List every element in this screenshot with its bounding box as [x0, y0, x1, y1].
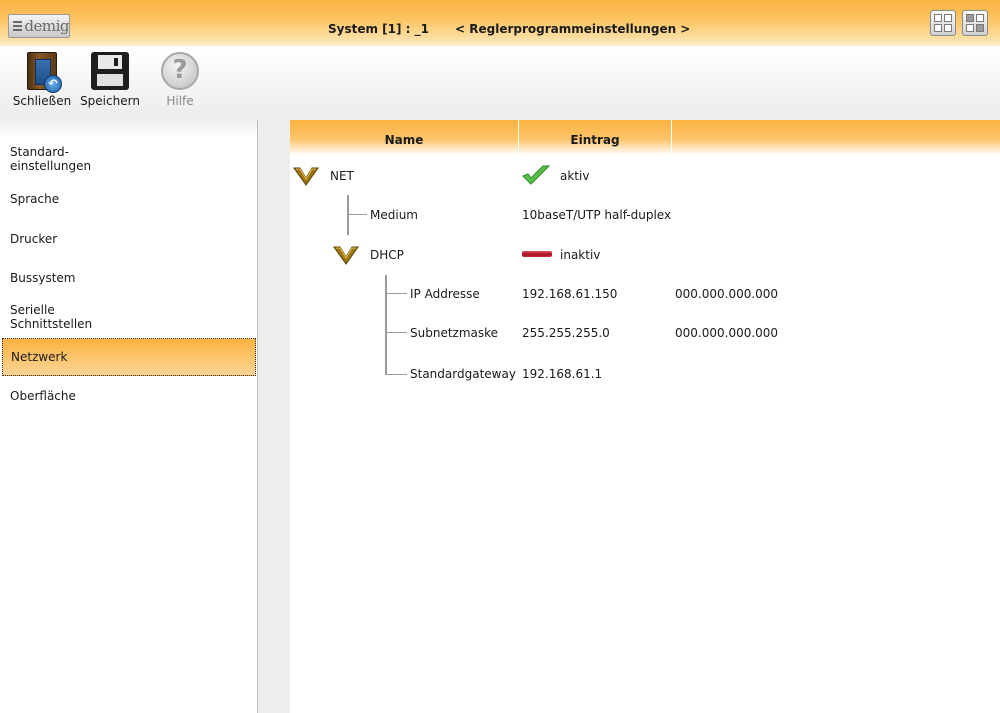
row-extra-subnet-mask[interactable]: 000.000.000.000 — [675, 326, 778, 340]
row-entry-net[interactable]: aktiv — [560, 169, 589, 183]
sidebar-header — [0, 120, 257, 138]
grid-header: Name Eintrag — [290, 120, 1000, 155]
row-extra-ip-address[interactable]: 000.000.000.000 — [675, 287, 778, 301]
tree-connector — [347, 214, 367, 215]
sidebar-item-label: Drucker — [10, 232, 58, 246]
sidebar-item-bus-system[interactable]: Bussystem — [0, 271, 256, 285]
program-title: < Reglerprogrammeinstellungen > — [455, 22, 691, 36]
help-question-icon: ? — [161, 52, 199, 90]
column-header-extra — [672, 120, 1000, 155]
save-button-label: Speichern — [80, 94, 140, 108]
row-name-medium[interactable]: Medium — [370, 208, 418, 222]
row-entry-subnet-mask[interactable]: 255.255.255.0 — [522, 326, 610, 340]
tree-connector — [385, 293, 407, 294]
row-name-net[interactable]: NET — [330, 169, 354, 183]
row-name-subnet-mask[interactable]: Subnetzmaske — [410, 326, 498, 340]
expand-chevron-icon[interactable] — [293, 166, 319, 186]
floppy-disk-icon — [91, 52, 129, 90]
tree-connector — [347, 195, 349, 235]
sidebar-item-label: Oberfläche — [10, 389, 76, 403]
expand-chevron-icon[interactable] — [333, 245, 359, 265]
row-name-dhcp[interactable]: DHCP — [370, 248, 404, 262]
sidebar-item-serial-interfaces[interactable]: Serielle Schnittstellen — [0, 303, 256, 331]
help-button[interactable]: ? Hilfe — [148, 52, 212, 108]
sidebar-splitter[interactable] — [256, 120, 290, 713]
sidebar-item-printer[interactable]: Drucker — [0, 232, 256, 246]
sidebar-item-label: Serielle Schnittstellen — [10, 303, 93, 331]
close-button[interactable]: ↶ Schließen — [10, 52, 74, 108]
system-label: System [1] : _1 — [328, 22, 429, 36]
check-icon — [522, 165, 551, 185]
toolbar: ↶ Schließen Speichern ? Hilfe — [0, 46, 1000, 120]
column-header-name[interactable]: Name — [290, 120, 518, 155]
row-name-ip-address[interactable]: IP Addresse — [410, 287, 480, 301]
row-entry-default-gateway[interactable]: 192.168.61.1 — [522, 367, 602, 381]
sidebar-item-label: Standard- einstellungen — [10, 145, 92, 173]
inactive-dash-icon — [522, 251, 552, 257]
settings-grid-body — [290, 155, 1000, 713]
sidebar-item-label: Netzwerk — [11, 350, 68, 364]
sidebar-item-interface[interactable]: Oberfläche — [0, 389, 256, 403]
save-button[interactable]: Speichern — [78, 52, 142, 108]
sidebar-item-language[interactable]: Sprache — [0, 192, 256, 206]
logo-bars-icon — [13, 21, 23, 31]
help-button-label: Hilfe — [166, 94, 194, 108]
row-entry-ip-address[interactable]: 192.168.61.150 — [522, 287, 617, 301]
tree-connector — [385, 332, 407, 333]
sidebar-item-label: Bussystem — [10, 271, 76, 285]
row-name-default-gateway[interactable]: Standardgateway — [410, 367, 516, 381]
tile-windows-icon[interactable] — [930, 10, 956, 36]
logo-text: demig — [24, 17, 69, 35]
sidebar: Standard- einstellungen Sprache Drucker … — [0, 120, 258, 713]
column-header-entry[interactable]: Eintrag — [519, 120, 671, 155]
tree-connector — [385, 275, 387, 375]
demig-logo: demig — [8, 14, 70, 38]
row-entry-medium[interactable]: 10baseT/UTP half-duplex — [522, 208, 671, 222]
sidebar-item-standard-settings[interactable]: Standard- einstellungen — [0, 145, 256, 173]
close-door-icon: ↶ — [27, 52, 62, 93]
title-bar: demig System [1] : _1 < Reglerprogrammei… — [0, 0, 1000, 46]
row-entry-dhcp[interactable]: inaktiv — [560, 248, 600, 262]
tree-connector — [385, 374, 407, 375]
sidebar-item-network[interactable]: Netzwerk — [2, 338, 256, 376]
sidebar-item-label: Sprache — [10, 192, 60, 206]
cascade-windows-icon[interactable] — [962, 10, 988, 36]
close-button-label: Schließen — [12, 94, 72, 108]
